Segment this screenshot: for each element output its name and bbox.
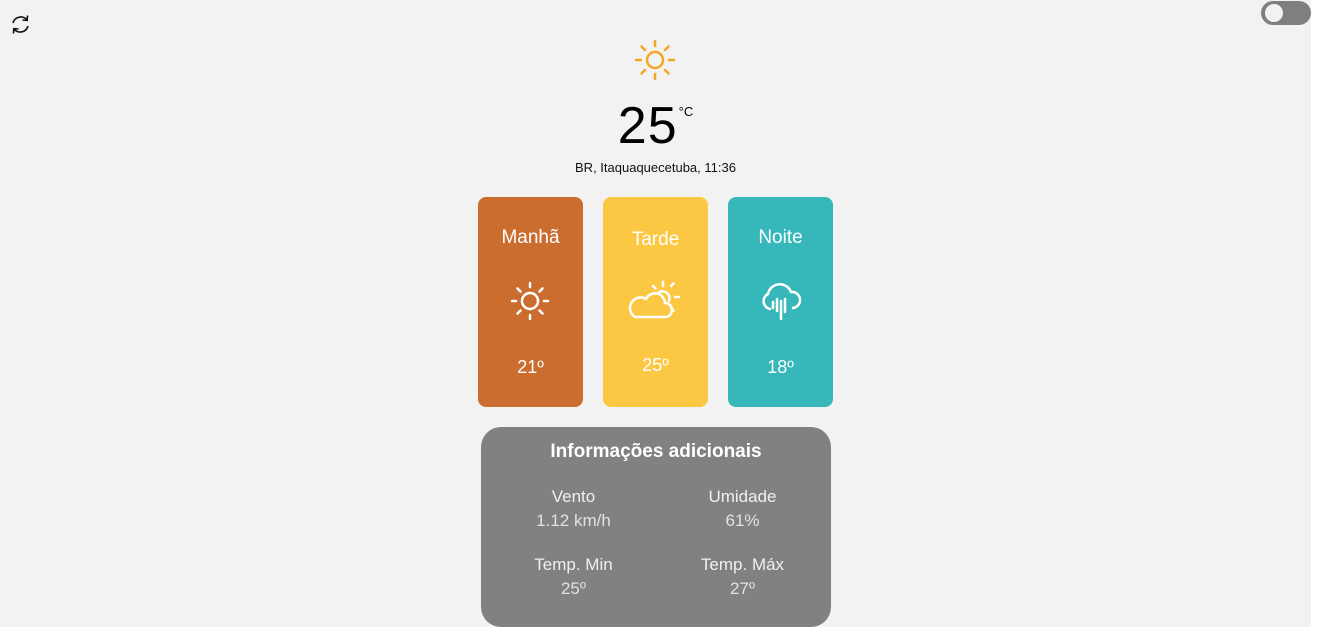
card-night: Noite 18º (728, 197, 833, 407)
current-temperature: 25°C (0, 96, 1311, 156)
card-title: Manhã (501, 227, 560, 248)
wind-label: Vento (551, 487, 596, 506)
sun-icon (500, 279, 560, 323)
wind-info: Vento 1.12 km/h (486, 485, 661, 533)
card-title: Tarde (631, 229, 680, 250)
additional-info-panel: Informações adicionais Vento 1.12 km/h U… (481, 427, 831, 627)
card-afternoon: Tarde 25º (603, 197, 708, 407)
sun-icon (633, 38, 677, 82)
partly-cloudy-icon (625, 279, 685, 323)
wind-value: 1.12 km/h (536, 511, 611, 530)
max-temp-label: Temp. Máx (700, 555, 785, 574)
card-title: Noite (758, 227, 803, 248)
temperature-value: 25 (617, 97, 678, 155)
max-temp-value: 27º (729, 579, 756, 598)
refresh-icon[interactable] (8, 12, 33, 37)
min-temp-value: 25º (560, 579, 587, 598)
max-temp-info: Temp. Máx 27º (655, 553, 830, 601)
humidity-info: Umidade 61% (655, 485, 830, 533)
toggle-knob (1265, 4, 1283, 22)
card-temperature: 18º (767, 357, 794, 377)
min-temp-info: Temp. Min 25º (486, 553, 661, 601)
card-temperature: 21º (517, 357, 544, 377)
min-temp-label: Temp. Min (534, 555, 613, 574)
temperature-unit: °C (678, 104, 694, 119)
card-morning: Manhã 21º (478, 197, 583, 407)
location-time: BR, Itaquaquecetuba, 11:36 (575, 160, 736, 175)
rain-cloud-icon (750, 279, 810, 323)
humidity-value: 61% (725, 511, 760, 530)
card-temperature: 25º (642, 355, 669, 375)
info-title: Informações adicionais (550, 441, 762, 462)
humidity-label: Umidade (708, 487, 777, 506)
theme-toggle[interactable] (1261, 1, 1311, 25)
